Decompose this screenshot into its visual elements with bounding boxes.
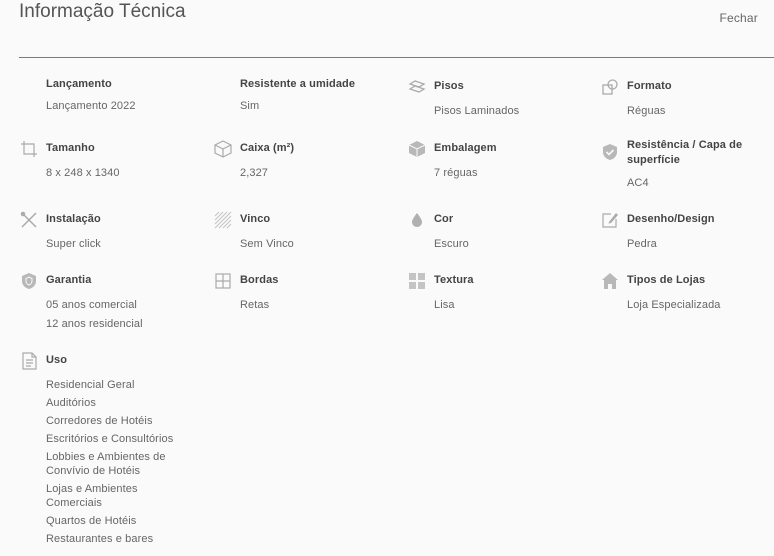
spec-value: Lojas e Ambientes Comerciais	[46, 483, 138, 509]
spec-value: Escritórios e Consultórios	[46, 433, 174, 445]
shapes-icon	[601, 78, 619, 96]
spec-value: Residencial Geral	[46, 379, 135, 391]
spec-value: Pedra	[627, 238, 657, 250]
spec-value: Super click	[46, 238, 101, 250]
spec-label: Resistência / Capa de superfície	[627, 139, 743, 166]
box-icon	[214, 140, 232, 158]
pencil-icon	[601, 211, 619, 229]
floor-icon	[408, 78, 426, 96]
page-title: Informação Técnica	[19, 1, 186, 22]
spec-label: Tamanho	[46, 142, 95, 154]
spec-label: Desenho/Design	[627, 213, 715, 225]
spec-value: Lisa	[434, 299, 455, 311]
spec-value: Corredores de Hotéis	[46, 415, 153, 427]
spec-label: Cor	[434, 213, 454, 225]
spec-label: Caixa (m²)	[240, 142, 295, 154]
spec-value: 12 anos residencial	[46, 318, 143, 330]
crop-icon	[20, 140, 38, 158]
texture-icon	[408, 272, 426, 290]
close-button[interactable]: Fechar	[719, 11, 758, 25]
spec-label: Textura	[434, 274, 474, 286]
document-icon	[20, 352, 38, 370]
spec-label: Resistente a umidade	[240, 78, 356, 90]
store-icon	[601, 272, 619, 290]
header-divider	[19, 57, 774, 58]
spec-value: Réguas	[627, 105, 666, 117]
spec-value: 05 anos comercial	[46, 299, 137, 311]
spec-value: Quartos de Hotéis	[46, 515, 137, 527]
spec-value: AC4	[627, 177, 649, 189]
spec-value: Escuro	[434, 238, 469, 250]
package-icon	[408, 140, 426, 158]
spec-value: Sim	[240, 100, 260, 112]
spec-value: Sem Vinco	[240, 238, 294, 250]
spec-label: Pisos	[434, 80, 464, 92]
shield-icon	[20, 272, 38, 290]
spec-label: Vinco	[240, 213, 271, 225]
spec-value: Restaurantes e bares	[46, 533, 154, 545]
spec-value: Loja Especializada	[627, 299, 721, 311]
spec-label: Instalação	[46, 213, 101, 225]
spec-label: Embalagem	[434, 142, 497, 154]
spec-label: Uso	[46, 354, 68, 366]
spec-value: Retas	[240, 299, 270, 311]
spec-label: Garantia	[46, 274, 92, 286]
spec-value: Lançamento 2022	[46, 100, 136, 112]
hatch-icon	[214, 211, 232, 229]
spec-value: Lobbies e Ambientes de Convívio de Hotéi…	[46, 451, 166, 477]
spec-label: Bordas	[240, 274, 279, 286]
tools-icon	[20, 211, 38, 229]
spec-label: Lançamento	[46, 78, 112, 90]
spec-value: Auditórios	[46, 397, 96, 409]
grid-icon	[214, 272, 232, 290]
drop-icon	[408, 211, 426, 229]
spec-value: 7 réguas	[434, 167, 478, 179]
spec-label: Tipos de Lojas	[627, 274, 706, 286]
spec-value: 8 x 248 x 1340	[46, 167, 120, 179]
shield-check-icon	[601, 143, 619, 161]
spec-value: Pisos Laminados	[434, 105, 520, 117]
spec-label: Formato	[627, 80, 672, 92]
spec-value: 2,327	[240, 167, 269, 179]
